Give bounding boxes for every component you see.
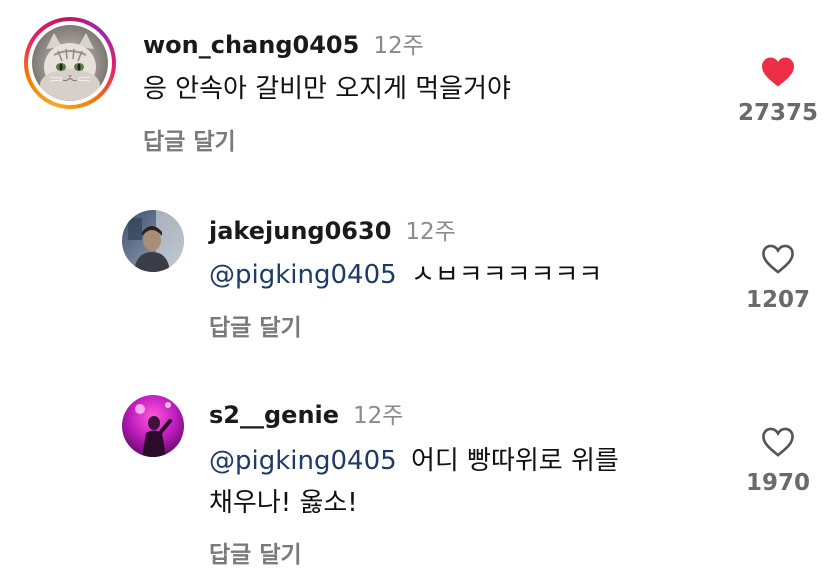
like-count: 27375 bbox=[737, 100, 819, 126]
comment-text: @pigking0405 어디 빵따위로 위를 채우나! 옳소! bbox=[209, 440, 619, 524]
username[interactable]: won_chang0405 bbox=[143, 31, 359, 59]
avatar[interactable] bbox=[122, 395, 184, 457]
like-count: 1207 bbox=[745, 287, 810, 313]
timestamp: 12주 bbox=[405, 219, 456, 245]
like-group: 1970 bbox=[723, 426, 833, 496]
like-count: 1970 bbox=[745, 470, 810, 496]
reply-button[interactable]: 답글 달기 bbox=[209, 308, 302, 342]
comment-item: won_chang0405 12주 응 안속아 갈비만 오지게 먹을거야 답글 … bbox=[0, 0, 840, 170]
story-ring-avatar[interactable] bbox=[24, 17, 116, 109]
username[interactable]: jakejung0630 bbox=[209, 217, 391, 245]
comment-text: 응 안속아 갈비만 오지게 먹을거야 bbox=[143, 68, 511, 110]
comment-header: won_chang0405 12주 bbox=[143, 26, 424, 60]
avatar[interactable] bbox=[122, 210, 184, 272]
comment-body-line1: 어디 빵따위로 위를 bbox=[410, 446, 619, 476]
concert-photo-avatar-icon bbox=[122, 395, 184, 457]
reply-button[interactable]: 답글 달기 bbox=[143, 122, 236, 156]
person-photo-avatar-icon bbox=[122, 210, 184, 272]
mention-link[interactable]: @pigking0405 bbox=[209, 446, 397, 476]
heart-outline-icon[interactable] bbox=[760, 426, 796, 458]
comment-body: ㅅㅂㅋㅋㅋㅋㅋㅋ bbox=[410, 260, 603, 290]
reply-button[interactable]: 답글 달기 bbox=[209, 535, 302, 569]
heart-outline-icon[interactable] bbox=[760, 243, 796, 275]
username[interactable]: s2__genie bbox=[209, 401, 339, 429]
heart-filled-icon[interactable] bbox=[760, 56, 796, 88]
like-group: 27375 bbox=[723, 56, 833, 126]
comment-header: s2__genie 12주 bbox=[209, 396, 403, 430]
comment-header: jakejung0630 12주 bbox=[209, 212, 456, 246]
like-group: 1207 bbox=[723, 243, 833, 313]
mention-link[interactable]: @pigking0405 bbox=[209, 260, 397, 290]
timestamp: 12주 bbox=[353, 403, 404, 429]
cat-avatar-icon bbox=[32, 25, 108, 101]
reply-comment-item: s2__genie 12주 @pigking0405 어디 빵따위로 위를 채우… bbox=[0, 360, 840, 578]
comment-body: 응 안속아 갈비만 오지게 먹을거야 bbox=[143, 74, 511, 104]
comment-text: @pigking0405 ㅅㅂㅋㅋㅋㅋㅋㅋ bbox=[209, 254, 602, 296]
timestamp: 12주 bbox=[373, 33, 424, 59]
reply-comment-item: jakejung0630 12주 @pigking0405 ㅅㅂㅋㅋㅋㅋㅋㅋ 답… bbox=[0, 170, 840, 360]
comment-body-line2: 채우나! 옳소! bbox=[209, 488, 358, 518]
